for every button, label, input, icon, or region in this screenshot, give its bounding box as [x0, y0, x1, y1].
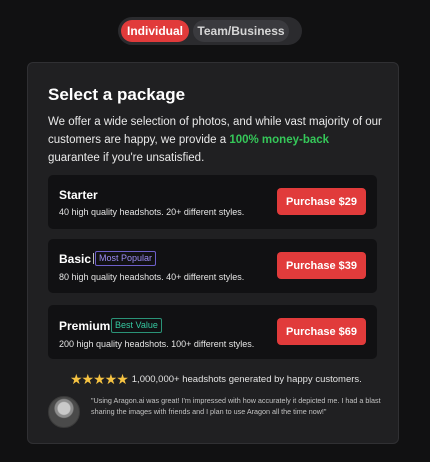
review-quote: "Using Aragon.ai was great! I'm impresse… — [91, 396, 381, 416]
package-features: 80 high quality headshots. 40+ different… — [59, 272, 245, 282]
avatar — [48, 396, 80, 428]
best-value-badge: Best Value — [111, 318, 162, 333]
individual-tab[interactable]: Individual — [121, 20, 189, 42]
page-title: Select a package — [48, 85, 186, 104]
purchase-basic-button[interactable]: Purchase $39 — [277, 252, 366, 279]
team-business-tab[interactable]: Team/Business — [193, 20, 289, 42]
package-description: We offer a wide selection of photos, and… — [48, 113, 384, 167]
description-text-pre: We offer a wide selection of photos, and… — [48, 116, 382, 146]
description-text-post: guarantee if you're unsatisfied. — [48, 152, 205, 164]
package-card: Select a package We offer a wide selecti… — [27, 62, 399, 444]
customer-stats: ★★★★★ 1,000,000+ headshots generated by … — [70, 372, 362, 386]
package-features: 40 high quality headshots. 20+ different… — [59, 207, 245, 217]
plan-type-toggle: Individual Team/Business — [118, 17, 302, 45]
package-premium: Premium Best Value 200 high quality head… — [48, 305, 377, 359]
money-back-highlight: 100% money-back — [229, 134, 330, 146]
purchase-premium-button[interactable]: Purchase $69 — [277, 318, 366, 345]
most-popular-badge: Most Popular — [95, 251, 157, 266]
purchase-starter-button[interactable]: Purchase $29 — [277, 188, 366, 215]
star-rating-icon: ★★★★★ — [70, 371, 129, 387]
package-name: Starter — [59, 188, 98, 202]
package-basic: Basic Most Popular 80 high quality heads… — [48, 239, 377, 293]
text-cursor — [93, 253, 94, 264]
package-features: 200 high quality headshots. 100+ differe… — [59, 339, 255, 349]
stats-text: 1,000,000+ headshots generated by happy … — [131, 373, 362, 385]
package-starter: Starter 40 high quality headshots. 20+ d… — [48, 175, 377, 229]
package-name: Basic — [59, 252, 92, 266]
package-name: Premium — [59, 319, 111, 333]
